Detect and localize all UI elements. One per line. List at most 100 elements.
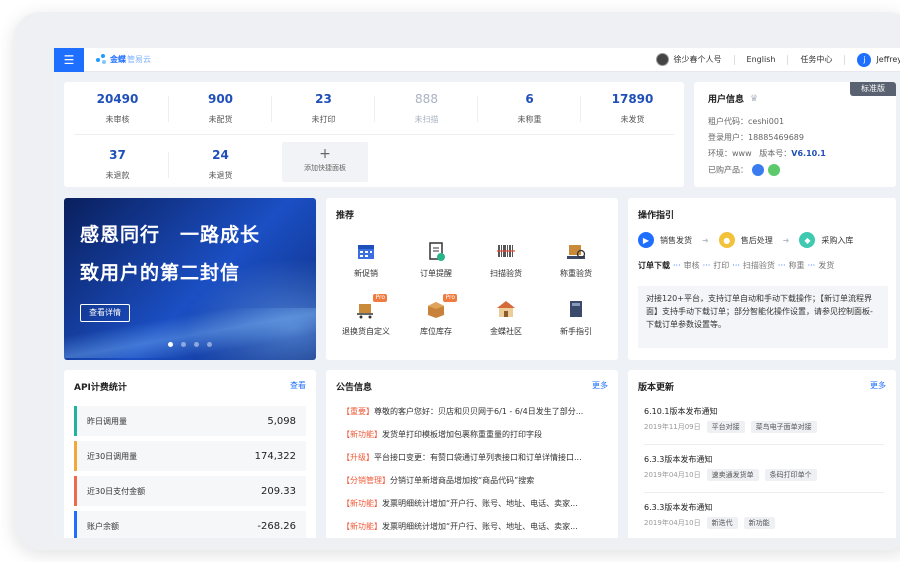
stat-label: 未称重: [517, 115, 542, 124]
language-switch[interactable]: English: [747, 55, 776, 64]
account-menu[interactable]: j Jeffrey: [857, 52, 900, 67]
add-shortcut-panel-button[interactable]: + 添加快捷面板: [282, 142, 368, 182]
flow-purchase-in[interactable]: 采购入库: [821, 235, 853, 246]
order-reminder-icon: [425, 240, 447, 262]
api-billing-card: API计费统计 查看 昨日调用量 5,098 近30日调用量 174,322 近30…: [64, 370, 316, 538]
rec-weigh-inspect[interactable]: 称重验货: [546, 240, 606, 279]
user-info-card: 用户信息 ♛ 标准版 租户代码：ceshi001 登录用户：18885469689…: [694, 82, 896, 187]
update-date: 2019年11月09日: [644, 423, 701, 431]
notice-item[interactable]: 【重要】尊敬的客户您好：贝店和贝贝网于6/1 - 6/4日发生了部分...: [342, 406, 610, 417]
notice-tag: 【分销管理】: [342, 476, 390, 485]
stat-unscanned[interactable]: 888 未扫描: [375, 92, 478, 125]
notice-tag: 【新功能】: [342, 522, 382, 531]
login-value: 18885469689: [748, 133, 804, 142]
update-tag: 平台对接: [706, 421, 745, 433]
task-center-link[interactable]: 任务中心: [800, 54, 832, 65]
menu-button[interactable]: ☰: [54, 48, 84, 72]
carousel-dot-2[interactable]: [181, 342, 186, 347]
after-sale-icon: ●: [718, 232, 735, 248]
notice-item[interactable]: 【升级】平台接口变更：有赞口袋通订单列表接口和订单详情接口...: [342, 452, 610, 463]
stat-unreviewed[interactable]: 20490 未审核: [66, 92, 169, 125]
stat-unweighed[interactable]: 6 未称重: [478, 92, 581, 125]
notice-item[interactable]: 【新功能】发票明细统计增加“开户行、账号、地址、电话、卖家...: [342, 498, 610, 509]
rec-beginner-guide[interactable]: 新手指引: [546, 298, 606, 337]
notice-item[interactable]: 【分销管理】分销订单新增商品增加按“商品代码”搜索: [342, 475, 610, 486]
step-dots: ···: [807, 261, 816, 270]
carousel-dot-1[interactable]: [168, 342, 173, 347]
rec-bin-stock[interactable]: Pro 库位库存: [406, 294, 466, 337]
version-label: 版本号：: [759, 149, 792, 158]
update-title: 6.3.3版本发布通知: [644, 503, 713, 512]
user-avatar: [655, 53, 669, 66]
rec-label: 订单提醒: [420, 269, 452, 278]
api-view-link[interactable]: 查看: [290, 380, 306, 391]
notice-text: 平台接口变更：有赞口袋通订单列表接口和订单详情接口...: [374, 453, 582, 462]
device-frame: ☰ 金蝶 管易云 徐少春个人号 English 任务中心 j Jeffrey 2…: [14, 12, 900, 550]
user-profile[interactable]: 徐少春个人号: [655, 53, 722, 66]
flow-sales-ship[interactable]: 销售发货: [660, 235, 692, 246]
stat-value: 6: [525, 92, 534, 106]
return-cart-icon: Pro: [355, 294, 387, 320]
box-icon: Pro: [425, 294, 457, 320]
recommend-title: 推荐: [336, 211, 355, 221]
step-order-download[interactable]: 订单下载: [638, 261, 670, 270]
product-icon-2[interactable]: [768, 164, 780, 176]
api-row-30day-calls: 近30日调用量 174,322: [74, 441, 306, 471]
step-scan-inspect[interactable]: 扫描验货: [743, 261, 775, 270]
top-right-nav: 徐少春个人号 English 任务中心 j Jeffrey: [644, 52, 900, 67]
api-row-yesterday: 昨日调用量 5,098: [74, 406, 306, 436]
account-name: Jeffrey: [876, 55, 900, 64]
rec-scan-inspect[interactable]: 扫描验货: [476, 240, 536, 279]
notice-more-link[interactable]: 更多: [592, 380, 608, 391]
notice-item[interactable]: 【新功能】发货单打印模板增加包裹称重重量的打印字段: [342, 429, 610, 440]
updates-more-link[interactable]: 更多: [870, 380, 886, 391]
operation-guide-card: 操作指引 ▶ 销售发货 ➜ ● 售后处理 ➜ ◆ 采购入库 订单下载 ··· 审核 ··· 打…: [628, 198, 896, 360]
stat-unshipped[interactable]: 17890 未发货: [581, 92, 684, 125]
guide-description: 对接120+平台，支持订单自动和手动下载操作；【新订单流程界面】支持手动下载订单…: [638, 286, 888, 348]
rec-label: 库位库存: [420, 327, 452, 336]
version-value: V6.10.1: [791, 149, 826, 158]
env-label: 环境：: [708, 149, 732, 158]
hamburger-icon: ☰: [63, 52, 75, 67]
account-avatar: j: [857, 52, 872, 67]
rec-order-reminder[interactable]: 订单提醒: [406, 240, 466, 279]
rec-return-custom[interactable]: Pro 退换货自定义: [336, 294, 396, 337]
update-meta: 2019年04月10日 速卖通发货单 条码打印单个: [644, 469, 886, 481]
top-bar: ☰ 金蝶 管易云 徐少春个人号 English 任务中心 j Jeffrey: [54, 48, 900, 72]
step-weigh[interactable]: 称重: [789, 261, 805, 270]
tenant-label: 租户代码：: [708, 117, 748, 126]
update-item[interactable]: 6.10.1版本发布通知 2019年11月09日 平台对接 菜鸟电子面单对接: [644, 406, 886, 433]
rec-new-promotion[interactable]: 新促销: [336, 240, 396, 279]
stat-unreturned[interactable]: 24 未退货: [169, 148, 272, 181]
step-print[interactable]: 打印: [713, 261, 729, 270]
task-center-label: 任务中心: [800, 55, 833, 64]
update-meta: 2019年11月09日 平台对接 菜鸟电子面单对接: [644, 421, 886, 433]
view-details-button[interactable]: 查看详情: [80, 304, 130, 322]
stat-unallocated[interactable]: 900 未配货: [169, 92, 272, 125]
update-item[interactable]: 6.3.3版本发布通知 2019年04月10日 速卖通发货单 条码打印单个: [644, 454, 886, 481]
update-item[interactable]: 6.3.3版本发布通知 2019年04月10日 新迭代 新功能: [644, 502, 886, 529]
products-label: 已购产品：: [708, 165, 748, 175]
promo-banner[interactable]: 感恩同行 一路成长 致用户的第二封信 查看详情: [64, 198, 316, 360]
product-icon-1[interactable]: [752, 164, 764, 176]
update-tag: 新迭代: [706, 517, 738, 529]
app-logo[interactable]: 金蝶 管易云: [96, 54, 151, 65]
stat-unrefunded[interactable]: 37 未退款: [66, 148, 169, 181]
notice-item[interactable]: 【新功能】发票明细统计增加“开户行、账号、地址、电话、卖家...: [342, 521, 610, 532]
api-row-value: -268.26: [257, 520, 296, 532]
rec-community[interactable]: 金蝶社区: [476, 298, 536, 337]
update-date: 2019年04月10日: [644, 471, 701, 479]
flow-after-sale[interactable]: 售后处理: [741, 235, 773, 246]
update-title: 6.10.1版本发布通知: [644, 407, 718, 416]
api-row-label: 账户余额: [87, 521, 119, 531]
step-review[interactable]: 审核: [684, 261, 700, 270]
carousel-dot-3[interactable]: [194, 342, 199, 347]
stat-unprinted[interactable]: 23 未打印: [272, 92, 375, 125]
step-ship[interactable]: 发货: [818, 261, 834, 270]
pro-badge: Pro: [443, 294, 457, 302]
carousel-dots: [164, 342, 216, 347]
carousel-dot-4[interactable]: [207, 342, 212, 347]
step-dots: ···: [732, 261, 740, 270]
api-row-value: 174,322: [254, 450, 296, 462]
user-info-title: 用户信息 ♛: [708, 92, 758, 106]
